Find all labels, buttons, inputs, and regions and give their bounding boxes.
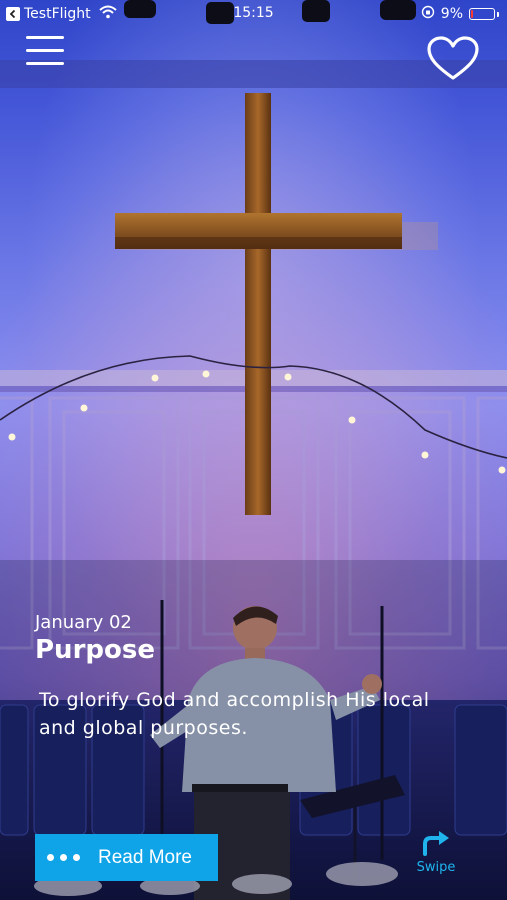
heart-icon[interactable] [426,36,482,84]
swipe-arrow-icon [419,831,453,860]
devotion-date: January 02 [35,612,132,633]
devotion-description: To glorify God and accomplish His local … [39,689,430,739]
read-more-label: Read More [98,846,192,868]
read-more-button[interactable]: Read More [35,834,218,881]
hamburger-menu-icon[interactable] [26,36,66,68]
dots-icon [47,854,80,861]
battery-percent: 9% [440,6,463,22]
background-photo [0,0,507,900]
battery-icon [469,8,495,20]
orientation-lock-icon [421,5,435,23]
battery-tip [497,11,499,17]
devotional-screen: TestFlight 15:15 9% January 02 Purpose T… [0,0,507,900]
status-bar: TestFlight 15:15 9% [0,0,507,28]
battery-fill [471,10,473,18]
devotion-title: Purpose [35,635,155,665]
swipe-hint[interactable]: Swipe [408,830,464,875]
swipe-label: Swipe [416,860,456,875]
status-right: 9% [421,5,499,23]
